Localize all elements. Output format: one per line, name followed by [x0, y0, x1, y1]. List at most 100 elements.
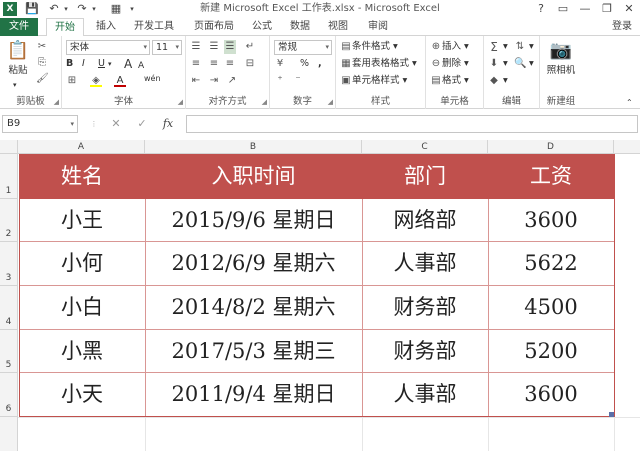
tab-insert[interactable]: 插入	[90, 18, 122, 36]
table-cell[interactable]: 小黑	[19, 330, 145, 372]
autosum-icon[interactable]: Σ ▾	[488, 40, 508, 54]
row-header-5[interactable]: 5	[0, 330, 18, 373]
table-cell[interactable]: 2015/9/6 星期日	[145, 199, 362, 241]
table-header-cell[interactable]: 部门	[362, 154, 488, 199]
middle-align-icon[interactable]: ☰	[208, 40, 220, 54]
login-link[interactable]: 登录	[612, 18, 632, 36]
wrap-text-icon[interactable]: ↵	[244, 40, 256, 54]
conditional-format-button[interactable]: ▤条件格式 ▾	[340, 40, 398, 54]
cell-styles-button[interactable]: ▣单元格样式 ▾	[340, 74, 407, 88]
table-cell[interactable]: 小白	[19, 286, 145, 329]
underline-button[interactable]: U	[98, 57, 105, 71]
column-header-a[interactable]: A	[18, 140, 145, 154]
top-align-icon[interactable]: ☰	[190, 40, 202, 54]
clear-icon[interactable]: ◆ ▾	[488, 74, 508, 88]
name-box[interactable]: B9 ▾	[2, 115, 78, 133]
minimize-button[interactable]: —	[574, 0, 596, 18]
camera-button[interactable]: 照相机	[542, 64, 580, 78]
redo-dropdown-icon[interactable]: ▾	[86, 1, 102, 17]
font-launcher-icon[interactable]: ◢	[178, 98, 183, 106]
table-cell[interactable]: 2011/9/4 星期日	[145, 373, 362, 417]
table-cell[interactable]: 人事部	[362, 242, 488, 285]
clipboard-launcher-icon[interactable]: ◢	[54, 98, 59, 106]
camera-icon[interactable]: 📷	[548, 40, 574, 62]
font-color-icon[interactable]: A	[114, 74, 126, 88]
table-cell[interactable]: 2017/5/3 星期三	[145, 330, 362, 372]
underline-dropdown-icon[interactable]: ▾	[108, 57, 112, 71]
calculator-icon[interactable]: ▦	[108, 1, 124, 17]
paste-icon[interactable]: 📋	[6, 40, 30, 62]
table-cell[interactable]: 2012/6/9 星期六	[145, 242, 362, 285]
cut-icon[interactable]: ✂	[36, 40, 48, 54]
table-cell[interactable]: 4500	[488, 286, 614, 329]
paste-button[interactable]: 粘贴	[6, 64, 30, 78]
table-cell[interactable]: 小天	[19, 373, 145, 417]
number-format-combo[interactable]: 常规 ▾	[274, 40, 332, 55]
table-cell[interactable]: 3600	[488, 373, 614, 417]
row-header-2[interactable]: 2	[0, 199, 18, 242]
comma-button[interactable]: ,	[318, 57, 322, 71]
decrease-indent-icon[interactable]: ⇤	[190, 74, 202, 88]
restore-button[interactable]: ❐	[596, 0, 618, 18]
tab-home[interactable]: 开始	[46, 18, 84, 37]
table-header-cell[interactable]: 入职时间	[145, 154, 362, 199]
table-cell[interactable]: 小何	[19, 242, 145, 285]
insert-function-icon[interactable]: fx	[160, 116, 176, 132]
row-header-6[interactable]: 6	[0, 373, 18, 417]
column-header-c[interactable]: C	[362, 140, 488, 154]
increase-indent-icon[interactable]: ⇥	[208, 74, 220, 88]
format-painter-icon[interactable]: 🖌	[36, 72, 49, 86]
percent-button[interactable]: %	[300, 57, 309, 71]
border-icon[interactable]: ⊞	[66, 74, 78, 88]
bold-button[interactable]: B	[66, 57, 73, 71]
row-header-4[interactable]: 4	[0, 286, 18, 330]
table-header-cell[interactable]: 工资	[488, 154, 614, 199]
number-launcher-icon[interactable]: ◢	[328, 98, 333, 106]
row-header-3[interactable]: 3	[0, 242, 18, 286]
select-all-corner[interactable]	[0, 140, 18, 154]
paste-dropdown-icon[interactable]: ▾	[13, 78, 17, 92]
column-header-b[interactable]: B	[145, 140, 362, 154]
format-as-table-button[interactable]: ▦套用表格格式 ▾	[340, 57, 417, 71]
formula-input[interactable]	[186, 115, 638, 133]
table-cell[interactable]: 人事部	[362, 373, 488, 417]
table-cell[interactable]: 2014/8/2 星期六	[145, 286, 362, 329]
format-cells-button[interactable]: ▤格式 ▾	[430, 74, 469, 88]
tab-view[interactable]: 视图	[322, 18, 354, 36]
italic-button[interactable]: I	[82, 57, 85, 71]
font-size-combo[interactable]: 11 ▾	[152, 40, 182, 55]
align-center-icon[interactable]: ≡	[208, 57, 220, 71]
column-header-e[interactable]	[614, 140, 640, 154]
orientation-icon[interactable]: ↗	[226, 74, 238, 88]
customize-qat-icon[interactable]: ▾	[124, 1, 140, 17]
tab-formulas[interactable]: 公式	[246, 18, 278, 36]
help-button[interactable]: ?	[530, 0, 552, 18]
align-right-icon[interactable]: ≡	[224, 57, 236, 71]
table-cell[interactable]: 5200	[488, 330, 614, 372]
column-header-d[interactable]: D	[488, 140, 614, 154]
undo-dropdown-icon[interactable]: ▾	[58, 1, 74, 17]
row-header-7[interactable]	[0, 417, 18, 451]
enter-icon[interactable]: ✓	[134, 116, 150, 132]
table-header-cell[interactable]: 姓名	[19, 154, 145, 199]
delete-cells-button[interactable]: ⊖ 删除 ▾	[430, 57, 469, 71]
table-cell[interactable]: 小王	[19, 199, 145, 241]
alignment-launcher-icon[interactable]: ◢	[262, 98, 267, 106]
table-cell[interactable]: 5622	[488, 242, 614, 285]
collapse-ribbon-icon[interactable]: ⌃	[626, 96, 633, 110]
align-left-icon[interactable]: ≡	[190, 57, 202, 71]
cancel-icon[interactable]: ✕	[108, 116, 124, 132]
ribbon-display-button[interactable]: ▭	[552, 0, 574, 18]
font-name-combo[interactable]: 宋体 ▾	[66, 40, 150, 55]
decrease-decimal-icon[interactable]: ⁻	[292, 74, 304, 88]
table-cell[interactable]: 财务部	[362, 330, 488, 372]
tab-file[interactable]: 文件	[0, 18, 38, 36]
copy-icon[interactable]: ⎘	[36, 56, 48, 70]
close-button[interactable]: ✕	[618, 0, 640, 18]
table-cell[interactable]: 3600	[488, 199, 614, 241]
fill-icon[interactable]: ⬇ ▾	[488, 57, 508, 71]
tab-review[interactable]: 审阅	[362, 18, 394, 36]
row-header-1[interactable]: 1	[0, 154, 18, 199]
increase-decimal-icon[interactable]: ⁺	[274, 74, 286, 88]
find-select-icon[interactable]: 🔍 ▾	[514, 57, 534, 71]
